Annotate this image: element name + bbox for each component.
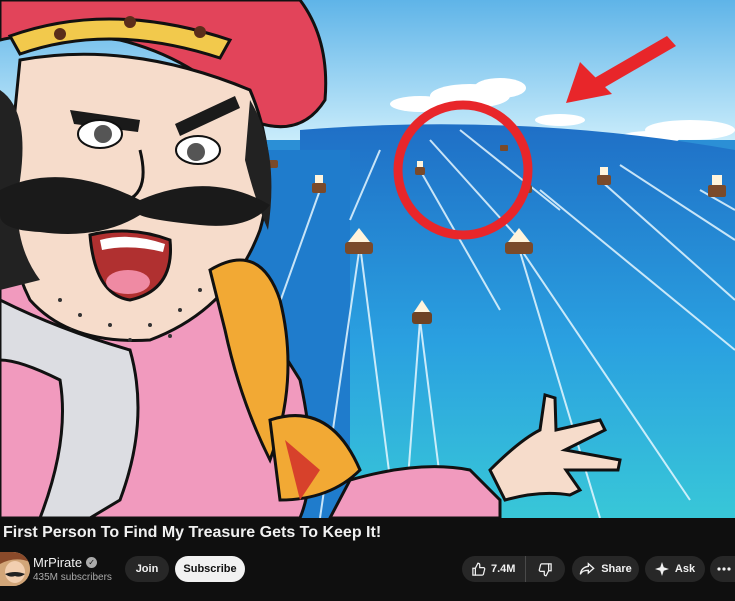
video-actions-row: MrPirate ✓ 435M subscribers Join Subscri…: [0, 550, 735, 590]
thumbs-down-icon: [538, 562, 553, 577]
like-count: 7.4M: [491, 563, 516, 575]
like-dislike-group: 7.4M: [462, 556, 565, 582]
more-actions-button[interactable]: [710, 556, 735, 582]
video-title: First Person To Find My Treasure Gets To…: [3, 524, 382, 541]
ask-label: Ask: [674, 563, 696, 575]
subscribe-button[interactable]: Subscribe: [175, 556, 245, 582]
share-arrow-icon: [579, 562, 595, 576]
sparkle-icon: [654, 562, 669, 576]
share-label: Share: [601, 563, 632, 575]
thumbs-up-icon: [471, 562, 486, 577]
subscriber-count: 435M subscribers: [33, 572, 112, 583]
dislike-button[interactable]: [526, 556, 564, 582]
like-button[interactable]: 7.4M: [462, 556, 526, 582]
more-horizontal-icon: [717, 567, 731, 571]
share-button[interactable]: Share: [572, 556, 639, 582]
ask-button[interactable]: Ask: [645, 556, 705, 582]
channel-name[interactable]: MrPirate: [33, 555, 82, 570]
channel-avatar[interactable]: [0, 552, 30, 586]
verified-check-icon: ✓: [86, 557, 98, 568]
join-button[interactable]: Join: [125, 556, 169, 582]
avatar-image: [0, 552, 30, 586]
channel-name-group: MrPirate ✓: [33, 555, 98, 570]
video-thumbnail: [0, 0, 735, 518]
video-player[interactable]: [0, 0, 735, 518]
